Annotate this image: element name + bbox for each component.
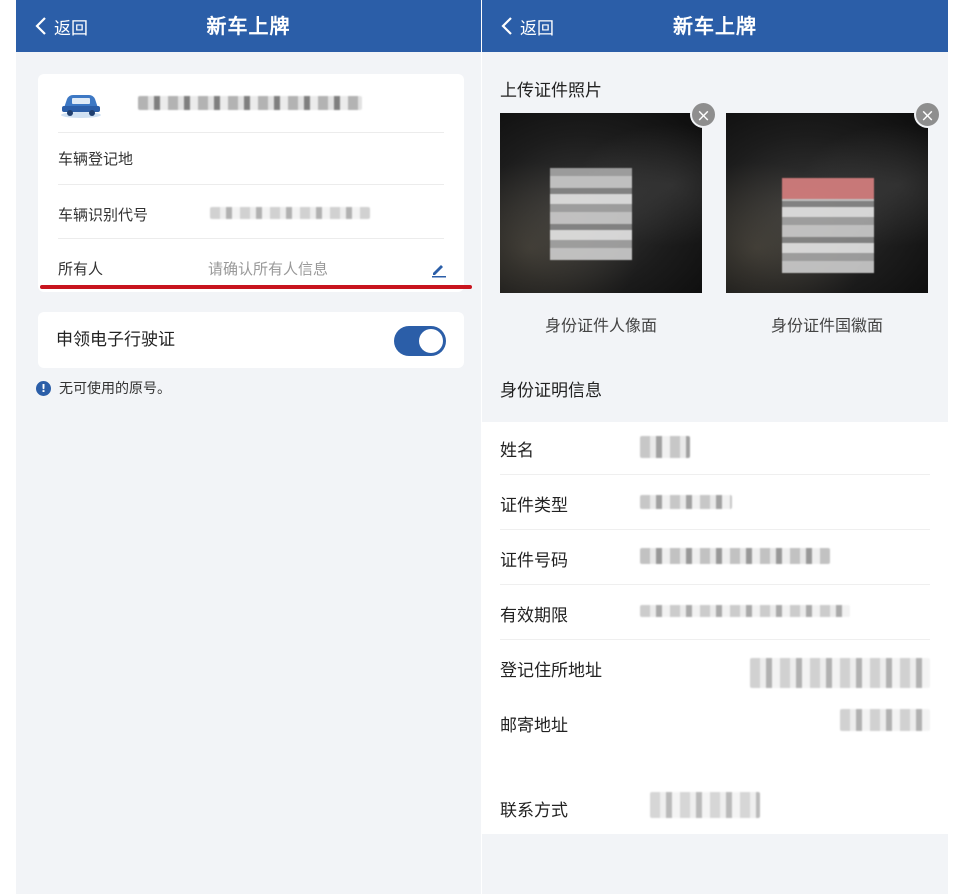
right-screen: 返回 新车上牌 上传证件照片 × × 身份证件人像面 身份证件国徽面 身份证明信… (482, 0, 948, 894)
page-title: 新车上牌 (206, 14, 291, 38)
left-screen: 返回 新车上牌 车辆登记地 车辆识别代号 所有人 请确认所有人信息 申领电子行驶… (16, 0, 481, 894)
reg-address-redacted (750, 658, 930, 688)
id-type-redacted (640, 495, 732, 509)
reg-place-label: 车辆登记地 (58, 150, 134, 168)
id-back-redacted (782, 178, 874, 273)
id-back-caption: 身份证件国徽面 (770, 316, 883, 335)
info-text: 无可使用的原号。 (59, 381, 171, 397)
field-row-id-type: 证件类型 (500, 477, 930, 531)
id-front-photo[interactable] (500, 113, 702, 293)
edit-icon[interactable] (430, 260, 448, 278)
car-icon (61, 95, 101, 118)
page-title: 新车上牌 (673, 14, 757, 38)
vin-redacted (210, 207, 370, 219)
divider (58, 238, 444, 239)
info-message: ! 无可使用的原号。 (36, 378, 171, 398)
left-navbar: 返回 新车上牌 (16, 0, 481, 52)
info-icon: ! (36, 380, 51, 396)
plate-row (38, 74, 464, 132)
divider (58, 132, 444, 133)
divider (58, 184, 444, 185)
validity-redacted (640, 605, 850, 617)
owner-input[interactable]: 请确认所有人信息 (208, 258, 328, 279)
field-row-contact: 联系方式 (500, 782, 930, 834)
vin-label: 车辆识别代号 (58, 206, 149, 224)
e-license-label: 申领电子行驶证 (56, 330, 175, 350)
field-label: 登记住所地址 (500, 661, 602, 681)
id-number-redacted (640, 548, 830, 564)
remove-front-photo-button[interactable]: × (690, 101, 717, 128)
field-label: 联系方式 (500, 801, 568, 821)
divider (500, 529, 930, 530)
remove-back-photo-button[interactable]: × (914, 101, 941, 128)
id-front-caption: 身份证件人像面 (544, 316, 657, 335)
id-back-photo[interactable] (726, 113, 928, 293)
field-label: 有效期限 (500, 606, 568, 626)
field-label: 证件号码 (500, 551, 568, 571)
field-row-reg-address: 登记住所地址 (500, 642, 930, 696)
field-row-name: 姓名 (500, 422, 930, 476)
upload-section-title: 上传证件照片 (500, 81, 602, 101)
contact-redacted (650, 792, 760, 818)
e-license-row: 申领电子行驶证 (38, 312, 464, 368)
screenshot-stage: 返回 新车上牌 车辆登记地 车辆识别代号 所有人 请确认所有人信息 申领电子行驶… (0, 0, 960, 894)
owner-label: 所有人 (58, 260, 104, 278)
id-front-redacted (550, 168, 632, 260)
id-section-title: 身份证明信息 (500, 381, 602, 401)
field-label: 证件类型 (500, 496, 568, 516)
field-row-mail-address: 邮寄地址 (500, 697, 930, 787)
field-label: 姓名 (500, 441, 534, 461)
e-license-toggle[interactable] (394, 326, 446, 356)
id-info-card: 姓名 证件类型 证件号码 有效期限 登记住所地址 邮寄地址 联系方式 (482, 422, 948, 834)
field-row-id-number: 证件号码 (500, 532, 930, 586)
plate-number-redacted (138, 96, 362, 110)
divider (500, 639, 930, 640)
right-navbar: 返回 新车上牌 (482, 0, 948, 52)
field-label: 邮寄地址 (500, 716, 568, 736)
divider (500, 584, 930, 585)
name-redacted (640, 436, 690, 458)
toggle-knob (419, 329, 443, 353)
divider (500, 474, 930, 475)
owner-highlight-line (40, 285, 472, 289)
mail-address-redacted (840, 709, 930, 731)
field-row-validity: 有效期限 (500, 587, 930, 641)
vehicle-info-card: 车辆登记地 车辆识别代号 所有人 请确认所有人信息 (38, 74, 464, 292)
